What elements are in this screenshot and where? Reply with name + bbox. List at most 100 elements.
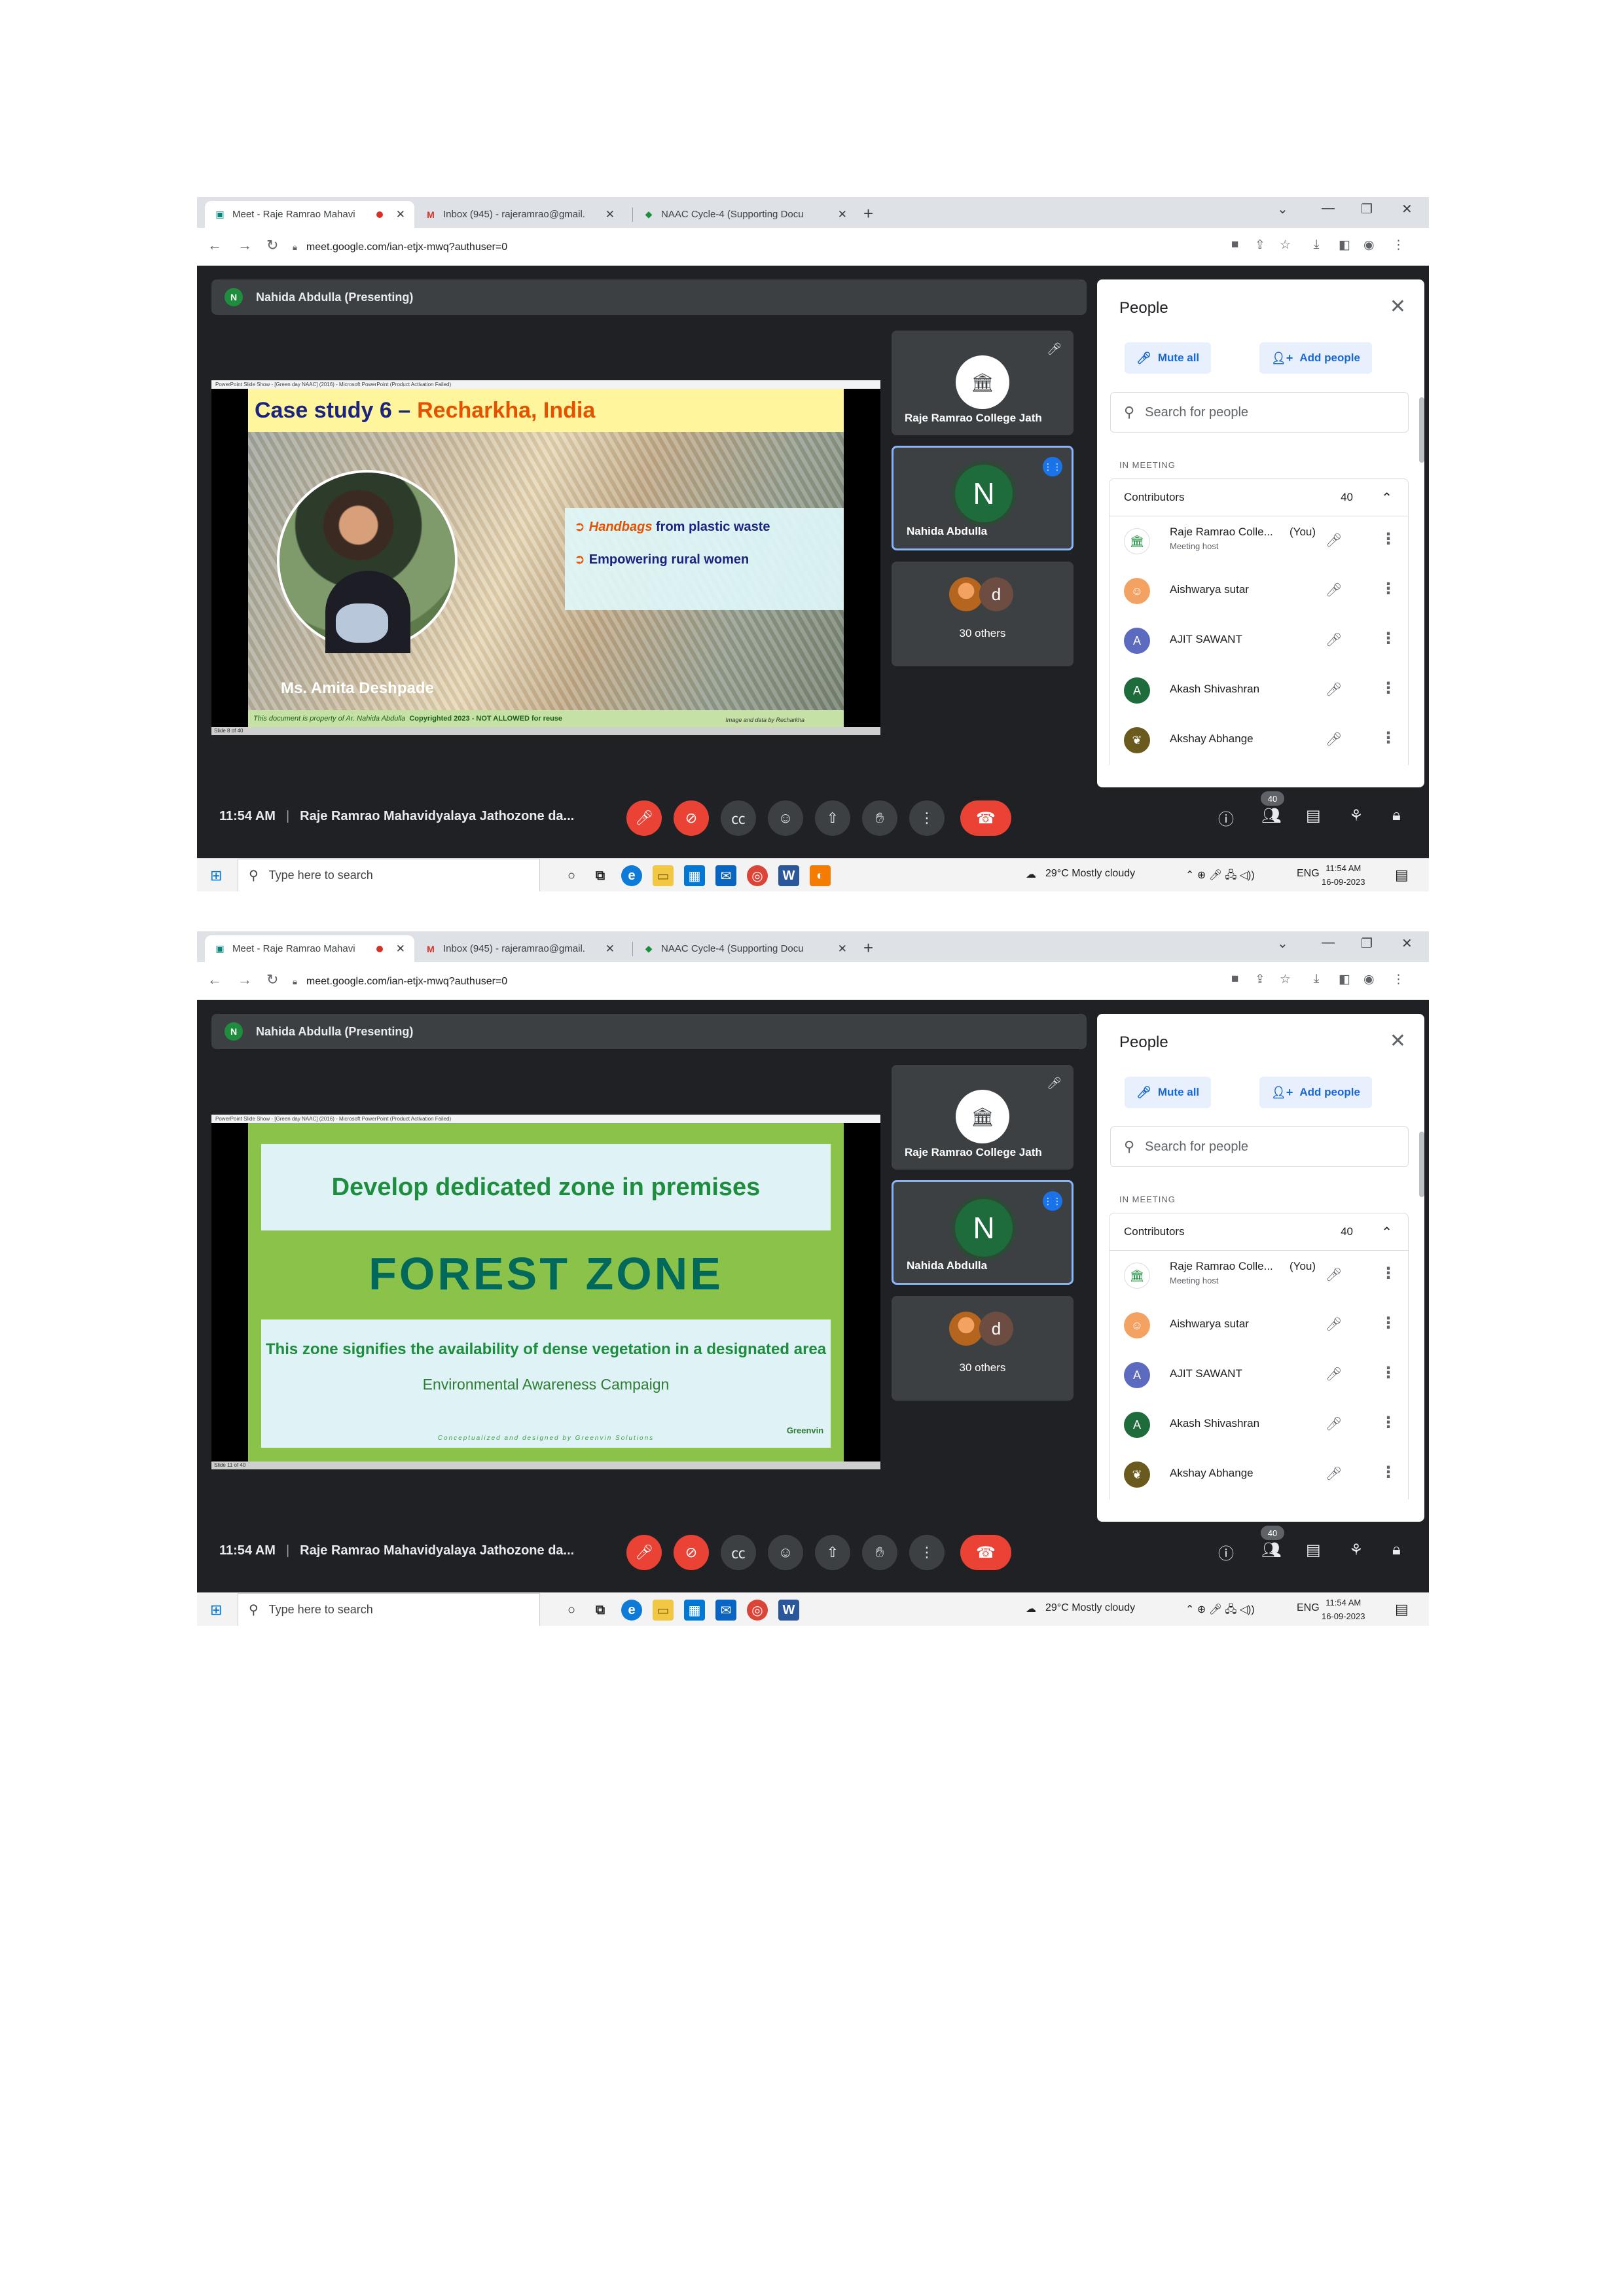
tab-naac[interactable]: ◆ NAAC Cycle-4 (Supporting Docu ✕ bbox=[634, 935, 856, 962]
list-item[interactable]: ❦ Akshay Abhange 🎤︎ ⋮ bbox=[1109, 1450, 1409, 1499]
mail-icon[interactable]: ✉ bbox=[715, 865, 736, 886]
tray-icons[interactable]: ⌃ ⊕ 🎤︎ 🖧 ◁)) bbox=[1185, 868, 1255, 886]
weather-icon[interactable]: ☁︎ bbox=[1026, 1602, 1036, 1615]
back-icon[interactable]: ← bbox=[208, 237, 222, 254]
weather-text[interactable]: 29°C Mostly cloudy bbox=[1045, 868, 1135, 880]
taskbar-search-input[interactable]: ⚲ Type here to search bbox=[238, 1593, 540, 1626]
weather-text[interactable]: 29°C Mostly cloudy bbox=[1045, 1602, 1135, 1614]
back-icon[interactable]: ← bbox=[208, 971, 222, 988]
captions-button[interactable]: ㏄ bbox=[721, 800, 756, 836]
more-options-button[interactable]: ⋮ bbox=[909, 800, 945, 836]
notification-icon[interactable]: ▤ bbox=[1395, 1601, 1409, 1618]
chrome-icon[interactable]: ◎ bbox=[747, 1600, 768, 1621]
word-icon[interactable]: W bbox=[778, 865, 799, 886]
windows-start-icon[interactable]: ⊞ bbox=[210, 867, 222, 884]
contributors-group[interactable]: Contributors 40 ⌃ bbox=[1109, 1213, 1409, 1251]
list-item[interactable]: A AJIT SAWANT 🎤︎ ⋮ bbox=[1109, 616, 1409, 666]
tab-gmail[interactable]: M Inbox (945) - rajeramrao@gmail. ✕ bbox=[416, 201, 624, 228]
camera-off-button[interactable]: ⊘ bbox=[674, 1535, 709, 1570]
close-window-icon[interactable]: ✕ bbox=[1401, 935, 1413, 952]
close-tab-icon[interactable]: ✕ bbox=[605, 942, 615, 956]
chat-icon[interactable]: ▤ bbox=[1306, 806, 1321, 825]
download-icon[interactable]: ⤓ bbox=[1314, 972, 1319, 986]
tray-icons[interactable]: ⌃ ⊕ 🎤︎ 🖧 ◁)) bbox=[1185, 1602, 1255, 1620]
file-explorer-icon[interactable]: ▭ bbox=[653, 865, 674, 886]
info-icon[interactable]: ⓘ bbox=[1218, 1541, 1234, 1564]
participant-tile-others[interactable]: d 30 others bbox=[892, 1296, 1074, 1401]
windows-start-icon[interactable]: ⊞ bbox=[210, 1602, 222, 1619]
minimize-icon[interactable]: — bbox=[1322, 201, 1335, 216]
store-icon[interactable]: ▦ bbox=[684, 865, 705, 886]
more-options-icon[interactable]: ⋮ bbox=[1380, 679, 1396, 698]
cortana-icon[interactable]: ○ bbox=[561, 865, 582, 886]
chevron-down-icon[interactable]: ⌄ bbox=[1277, 201, 1288, 217]
forward-icon[interactable]: → bbox=[238, 971, 252, 988]
more-options-icon[interactable]: ⋮ bbox=[1380, 1314, 1396, 1333]
list-item[interactable]: ☺ Aishwarya sutar 🎤︎ ⋮ bbox=[1109, 1300, 1409, 1350]
app-icon[interactable]: ◐ bbox=[810, 865, 831, 886]
activities-icon[interactable]: ⚘ bbox=[1349, 1541, 1363, 1560]
close-tab-icon[interactable]: ✕ bbox=[838, 942, 847, 956]
chrome-icon[interactable]: ◎ bbox=[747, 865, 768, 886]
participant-tile-others[interactable]: d 30 others bbox=[892, 562, 1074, 666]
mic-off-icon[interactable]: 🎤︎ bbox=[1326, 1366, 1342, 1382]
info-icon[interactable]: ⓘ bbox=[1218, 806, 1234, 829]
taskbar-clock[interactable]: 11:54 AM 16-09-2023 bbox=[1322, 861, 1365, 889]
cortana-icon[interactable]: ○ bbox=[561, 1600, 582, 1621]
list-item[interactable]: A AJIT SAWANT 🎤︎ ⋮ bbox=[1109, 1350, 1409, 1400]
scrollbar[interactable] bbox=[1419, 1132, 1424, 1197]
people-icon[interactable]: 👥︎ bbox=[1261, 1541, 1281, 1560]
more-options-icon[interactable]: ⋮ bbox=[1380, 728, 1396, 747]
list-item[interactable]: ☺ Aishwarya sutar 🎤︎ ⋮ bbox=[1109, 566, 1409, 616]
bookmark-star-icon[interactable]: ☆ bbox=[1280, 238, 1291, 253]
participant-tile-host[interactable]: 🏛︎ 🎤︎ Raje Ramrao College Jath bbox=[892, 331, 1074, 435]
chat-icon[interactable]: ▤ bbox=[1306, 1541, 1321, 1560]
people-icon[interactable]: 👥︎ bbox=[1261, 806, 1281, 825]
reactions-button[interactable]: ☺ bbox=[768, 1535, 803, 1570]
forward-icon[interactable]: → bbox=[238, 237, 252, 254]
captions-button[interactable]: ㏄ bbox=[721, 1535, 756, 1570]
mic-off-icon[interactable]: 🎤︎ bbox=[1326, 1465, 1342, 1482]
profile-avatar-icon[interactable]: ◉ bbox=[1363, 972, 1375, 987]
reload-icon[interactable]: ↻ bbox=[266, 237, 278, 254]
list-item[interactable]: 🏛︎ Raje Ramrao Colle... (You) Meeting ho… bbox=[1109, 516, 1409, 566]
search-input[interactable]: ⚲ Search for people bbox=[1110, 392, 1409, 433]
new-tab-icon[interactable]: + bbox=[863, 938, 873, 958]
leave-call-button[interactable]: ☎︎ bbox=[960, 800, 1011, 836]
participant-tile-speaker[interactable]: N ⋮⋮ Nahida Abdulla bbox=[892, 446, 1074, 550]
camera-off-button[interactable]: ⊘ bbox=[674, 800, 709, 836]
share-icon[interactable]: ⇪ bbox=[1255, 972, 1265, 987]
mic-off-icon[interactable]: 🎤︎ bbox=[1326, 1316, 1342, 1333]
mic-off-icon[interactable]: 🎤︎ bbox=[1326, 681, 1342, 698]
close-window-icon[interactable]: ✕ bbox=[1401, 201, 1413, 217]
mic-off-icon[interactable]: 🎤︎ bbox=[1326, 582, 1342, 598]
language-indicator[interactable]: ENG bbox=[1297, 1602, 1320, 1614]
more-options-button[interactable]: ⋮ bbox=[909, 1535, 945, 1570]
close-icon[interactable]: ✕ bbox=[1390, 295, 1406, 318]
restore-icon[interactable]: ❐ bbox=[1361, 935, 1373, 952]
add-people-button[interactable]: 👤︎+ Add people bbox=[1259, 1077, 1372, 1108]
host-controls-icon[interactable]: 🔒︎ bbox=[1392, 806, 1401, 825]
side-panel-icon[interactable]: ◧ bbox=[1339, 238, 1350, 253]
edge-icon[interactable]: e bbox=[621, 1600, 642, 1621]
tab-meet[interactable]: ▣ Meet - Raje Ramrao Mahavi ✕ bbox=[205, 935, 414, 962]
weather-icon[interactable]: ☁︎ bbox=[1026, 868, 1036, 881]
list-item[interactable]: ❦ Akshay Abhange 🎤︎ ⋮ bbox=[1109, 715, 1409, 765]
present-button[interactable]: ⇧ bbox=[815, 800, 850, 836]
mail-icon[interactable]: ✉ bbox=[715, 1600, 736, 1621]
scrollbar[interactable] bbox=[1419, 397, 1424, 463]
url-field[interactable]: 🔒︎ meet.google.com/ian-etjx-mwq?authuser… bbox=[293, 971, 1150, 993]
close-tab-icon[interactable]: ✕ bbox=[396, 208, 405, 221]
reactions-button[interactable]: ☺ bbox=[768, 800, 803, 836]
more-menu-icon[interactable]: ⋮ bbox=[1392, 238, 1405, 253]
url-field[interactable]: 🔒︎ meet.google.com/ian-etjx-mwq?authuser… bbox=[293, 236, 1150, 259]
task-view-icon[interactable]: ⧉ bbox=[590, 865, 611, 886]
close-tab-icon[interactable]: ✕ bbox=[396, 942, 405, 956]
mic-off-icon[interactable]: 🎤︎ bbox=[1326, 532, 1342, 548]
participant-tile-host[interactable]: 🏛︎ 🎤︎ Raje Ramrao College Jath bbox=[892, 1065, 1074, 1170]
tab-meet[interactable]: ▣ Meet - Raje Ramrao Mahavi ✕ bbox=[205, 201, 414, 228]
word-icon[interactable]: W bbox=[778, 1600, 799, 1621]
more-options-icon[interactable]: ⋮ bbox=[1380, 579, 1396, 598]
contributors-group[interactable]: Contributors 40 ⌃ bbox=[1109, 478, 1409, 516]
mic-off-button[interactable]: 🎤︎ bbox=[626, 800, 662, 836]
